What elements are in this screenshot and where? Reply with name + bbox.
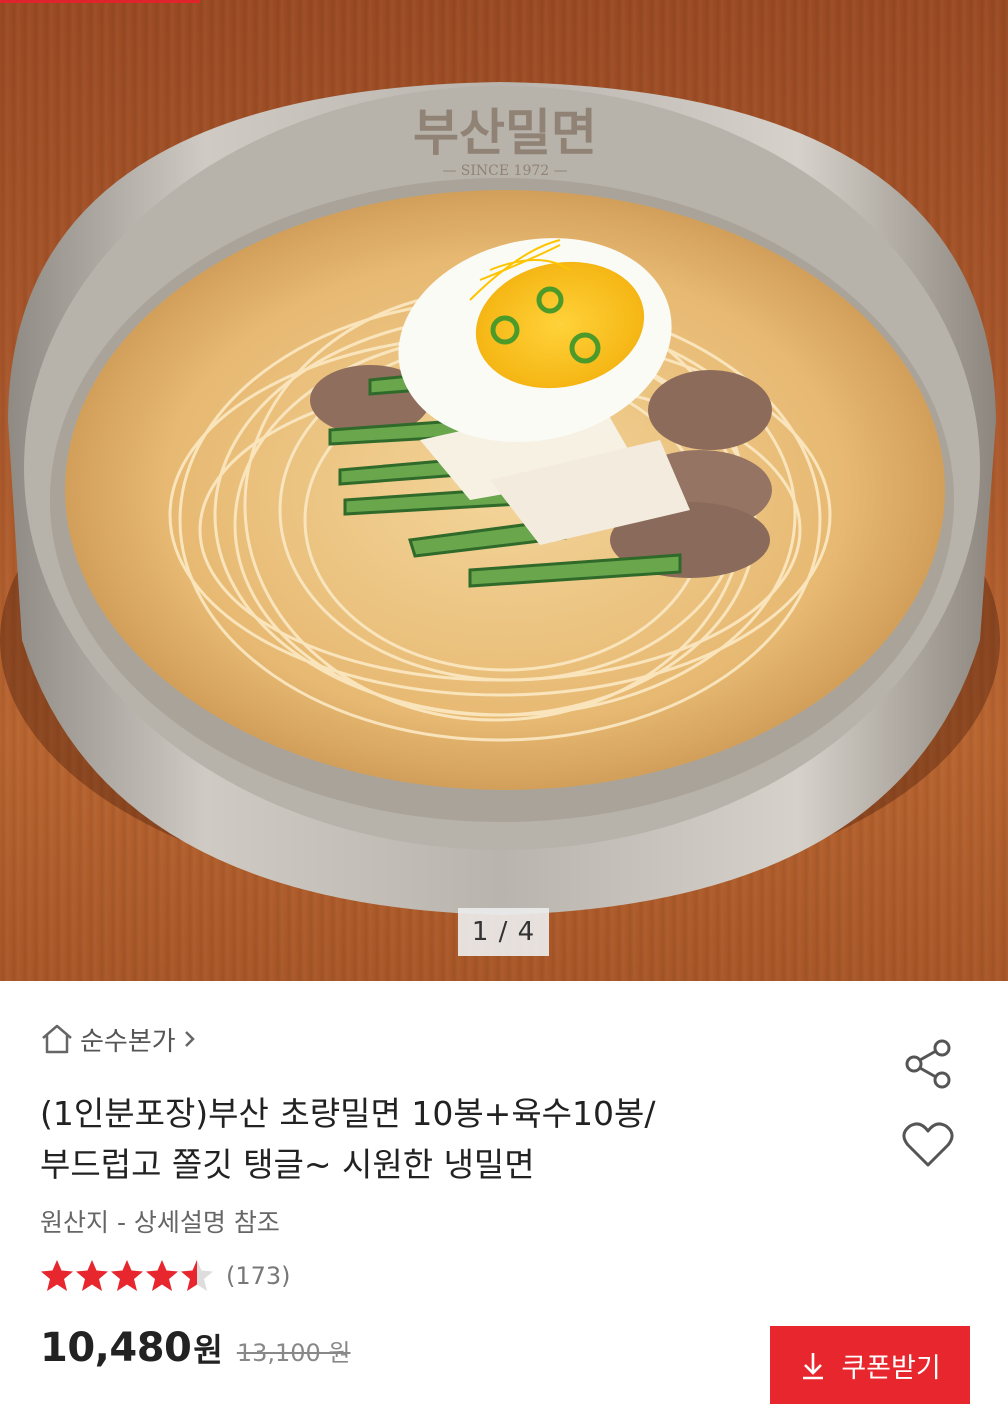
product-photo: 부산밀면 — SINCE 1972 —	[0, 82, 1000, 915]
product-title: (1인분포장)부산 초량밀면 10봉+육수10봉/ 부드럽고 쫄깃 탱글~ 시원…	[40, 1088, 830, 1190]
bowl-logo-sub: — SINCE 1972 —	[442, 163, 567, 179]
star-rating	[40, 1259, 214, 1293]
product-title-line-1: (1인분포장)부산 초량밀면 10봉+육수10봉/	[40, 1094, 656, 1133]
star-icon	[146, 1260, 178, 1291]
origin-info: 원산지 - 상세설명 참조	[40, 1208, 280, 1237]
share-icon	[905, 1039, 951, 1089]
coupon-button[interactable]: 쿠폰받기	[770, 1326, 970, 1404]
star-icon	[76, 1260, 108, 1291]
home-icon	[40, 1023, 74, 1055]
heart-icon	[902, 1122, 954, 1167]
download-icon	[803, 1353, 824, 1380]
star-icon	[111, 1260, 143, 1291]
price-row: 10,480 원 13,100 원	[40, 1325, 351, 1377]
product-title-line-2: 부드럽고 쫄깃 탱글~ 시원한 냉밀면	[40, 1145, 535, 1184]
share-button[interactable]	[900, 1036, 956, 1092]
bowl-logo: 부산밀면	[413, 104, 597, 162]
product-image-carousel[interactable]: 부산밀면 — SINCE 1972 — 1 / 4	[0, 0, 1008, 981]
coupon-label: 쿠폰받기	[841, 1352, 941, 1383]
star-icon	[41, 1260, 73, 1291]
star-icon	[181, 1260, 213, 1291]
original-price: 13,100 원	[236, 1339, 351, 1367]
image-page-indicator: 1 / 4	[458, 908, 549, 956]
price-unit: 원	[193, 1331, 223, 1369]
seller-link[interactable]: 순수본가	[40, 1018, 198, 1060]
sale-price: 10,480	[40, 1325, 192, 1371]
wishlist-button[interactable]	[899, 1118, 957, 1172]
chevron-right-icon	[182, 1028, 198, 1050]
rating-summary[interactable]: (173)	[40, 1258, 291, 1294]
seller-name: 순수본가	[80, 1026, 176, 1057]
review-count: (173)	[226, 1262, 291, 1290]
